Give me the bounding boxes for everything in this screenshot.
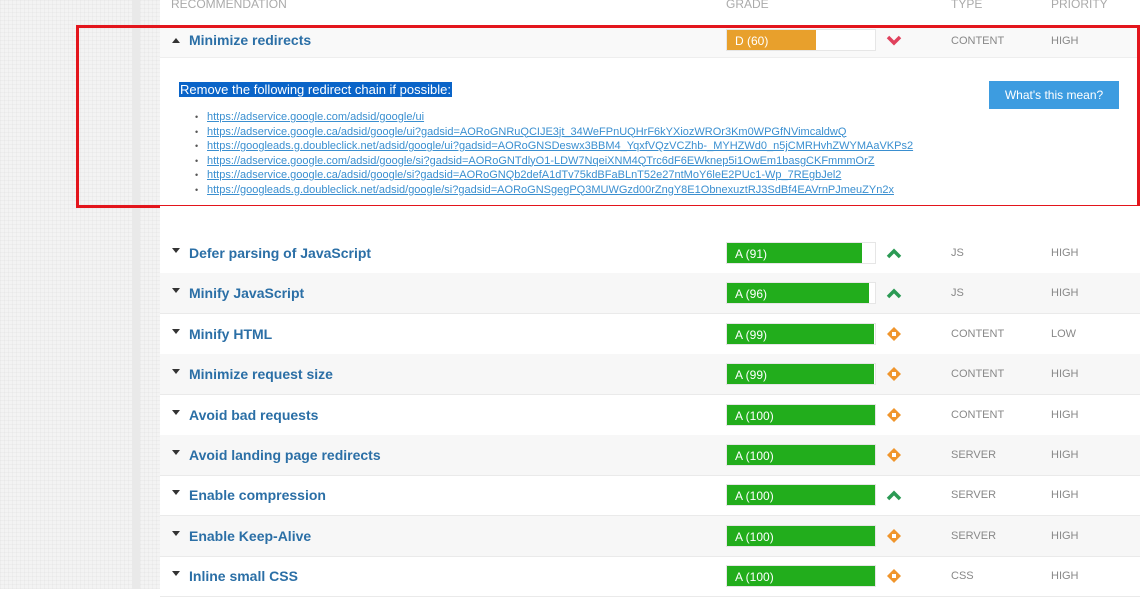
expand-arrow-icon[interactable] [172, 490, 180, 495]
chevron-up-icon [886, 490, 902, 501]
highlight-annotation-box [76, 25, 1140, 208]
diamond-icon [887, 367, 901, 381]
grade-label: A (100) [735, 570, 774, 584]
chevron-up-icon [886, 288, 902, 299]
diamond-icon [887, 529, 901, 543]
right-margin [1140, 0, 1145, 589]
recommendation-row[interactable]: Minify HTML A (99) CONTENT LOW [160, 314, 1140, 355]
grade-bar: A (100) [726, 484, 876, 506]
grade-label: A (100) [735, 449, 774, 463]
priority-label: HIGH [1051, 368, 1079, 380]
type-label: CONTENT [951, 328, 1005, 340]
grade-label: A (100) [735, 489, 774, 503]
priority-label: HIGH [1051, 247, 1079, 259]
recommendation-name[interactable]: Minimize request size [189, 366, 333, 382]
recommendation-name[interactable]: Enable Keep-Alive [189, 528, 311, 544]
priority-label: HIGH [1051, 287, 1079, 299]
header-recommendation: RECOMMENDATION [171, 0, 287, 11]
grade-label: A (99) [735, 328, 768, 342]
recommendation-row[interactable]: Inline small CSS A (100) CSS HIGH [160, 556, 1140, 597]
expand-arrow-icon[interactable] [172, 571, 180, 576]
type-label: CSS [951, 570, 974, 582]
recommendation-row[interactable]: Minimize request size A (99) CONTENT HIGH [160, 354, 1140, 395]
grade-bar: A (100) [726, 525, 876, 547]
recommendation-name[interactable]: Minify JavaScript [189, 285, 304, 301]
recommendation-row[interactable]: Enable Keep-Alive A (100) SERVER HIGH [160, 516, 1140, 557]
grade-label: A (100) [735, 530, 774, 544]
grade-label: A (99) [735, 368, 768, 382]
expand-arrow-icon[interactable] [172, 288, 180, 293]
type-label: CONTENT [951, 409, 1005, 421]
expand-arrow-icon[interactable] [172, 531, 180, 536]
recommendation-name[interactable]: Enable compression [189, 487, 326, 503]
grade-bar: A (100) [726, 565, 876, 587]
recommendation-row[interactable]: Enable compression A (100) SERVER HIGH [160, 475, 1140, 516]
expand-arrow-icon[interactable] [172, 369, 180, 374]
expand-arrow-icon[interactable] [172, 329, 180, 334]
grade-label: A (100) [735, 409, 774, 423]
priority-label: HIGH [1051, 449, 1079, 461]
recommendation-row[interactable]: Defer parsing of JavaScript A (91) JS HIGH [160, 233, 1140, 274]
diamond-icon [887, 408, 901, 422]
priority-label: HIGH [1051, 409, 1079, 421]
grade-bar: A (91) [726, 242, 876, 264]
priority-label: HIGH [1051, 489, 1079, 501]
grade-bar: A (96) [726, 282, 876, 304]
diamond-icon [887, 569, 901, 583]
expand-arrow-icon[interactable] [172, 410, 180, 415]
header-priority: PRIORITY [1051, 0, 1108, 11]
recommendation-row[interactable]: Avoid landing page redirects A (100) SERVE… [160, 435, 1140, 476]
section-gap [160, 206, 1140, 233]
recommendation-name[interactable]: Defer parsing of JavaScript [189, 245, 371, 261]
recommendation-row[interactable]: Avoid bad requests A (100) CONTENT HIGH [160, 395, 1140, 436]
recommendation-row[interactable]: Minify JavaScript A (96) JS HIGH [160, 273, 1140, 314]
recommendation-name[interactable]: Inline small CSS [189, 568, 298, 584]
grade-bar: A (99) [726, 323, 876, 345]
expand-arrow-icon[interactable] [172, 248, 180, 253]
type-label: SERVER [951, 530, 997, 542]
grade-label: A (91) [735, 247, 768, 261]
diamond-icon [887, 448, 901, 462]
recommendation-name[interactable]: Minify HTML [189, 326, 272, 342]
recommendation-name[interactable]: Avoid landing page redirects [189, 447, 381, 463]
grade-bar: A (100) [726, 404, 876, 426]
type-label: JS [951, 287, 964, 299]
type-label: SERVER [951, 449, 997, 461]
header-type: TYPE [951, 0, 983, 11]
header-grade: GRADE [726, 0, 769, 11]
grade-bar: A (99) [726, 363, 876, 385]
priority-label: HIGH [1051, 570, 1079, 582]
type-label: SERVER [951, 489, 997, 501]
type-label: CONTENT [951, 368, 1005, 380]
priority-label: LOW [1051, 328, 1077, 340]
recommendation-name[interactable]: Avoid bad requests [189, 407, 318, 423]
chevron-up-icon [886, 248, 902, 259]
expand-arrow-icon[interactable] [172, 450, 180, 455]
diamond-icon [887, 327, 901, 341]
type-label: JS [951, 247, 964, 259]
table-header: RECOMMENDATION GRADE TYPE PRIORITY [160, 0, 1145, 12]
grade-label: A (96) [735, 287, 768, 301]
priority-label: HIGH [1051, 530, 1079, 542]
grade-bar: A (100) [726, 444, 876, 466]
